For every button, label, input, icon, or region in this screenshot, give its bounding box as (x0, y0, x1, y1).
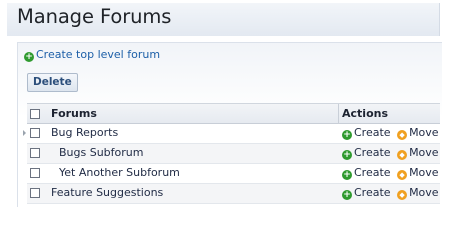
plus-circle-icon: + (342, 170, 352, 180)
move-action-link[interactable]: ◆ Move (397, 126, 439, 140)
forum-name-link[interactable]: Feature Suggestions (51, 186, 163, 199)
row-checkbox[interactable] (30, 168, 40, 178)
table-row: Bugs Subforum + Create ◆ Move (27, 144, 440, 164)
table-row: Feature Suggestions + Create ◆ Move (27, 184, 440, 204)
move-action-label: Move (409, 166, 439, 179)
table-row: Bug Reports + Create ◆ Move (23, 124, 440, 144)
row-actions: + Create ◆ Move (342, 186, 439, 200)
row-actions: + Create ◆ Move (342, 126, 439, 140)
create-top-level-forum-link[interactable]: + Create top level forum (24, 48, 160, 62)
forum-name-link[interactable]: Yet Another Subforum (59, 166, 180, 179)
delete-button[interactable]: Delete (27, 73, 78, 92)
move-circle-icon: ◆ (397, 190, 408, 200)
table-header-row: Forums Actions (27, 103, 440, 124)
plus-circle-icon: + (342, 130, 352, 140)
create-action-label: Create (354, 186, 391, 199)
plus-circle-icon: + (342, 190, 352, 200)
create-action-link[interactable]: + Create (342, 126, 391, 140)
expand-arrow-icon[interactable] (23, 130, 26, 136)
move-action-label: Move (409, 186, 439, 199)
forum-name-link[interactable]: Bug Reports (51, 126, 118, 139)
create-action-link[interactable]: + Create (342, 186, 391, 200)
plus-circle-icon: + (24, 52, 34, 62)
table-row: Yet Another Subforum + Create ◆ Move (27, 164, 440, 184)
move-action-link[interactable]: ◆ Move (397, 146, 439, 160)
manage-forums-page: Manage Forums + Create top level forum De… (0, 0, 450, 214)
move-action-label: Move (409, 146, 439, 159)
forum-name-link[interactable]: Bugs Subforum (59, 146, 143, 159)
forums-table: Forums Actions Bug Reports + Create ◆ Move… (23, 103, 440, 204)
plus-circle-icon: + (342, 150, 352, 160)
create-action-label: Create (354, 166, 391, 179)
row-checkbox[interactable] (30, 188, 40, 198)
create-action-link[interactable]: + Create (342, 166, 391, 180)
title-bar: Manage Forums (7, 3, 440, 36)
row-checkbox[interactable] (30, 128, 40, 138)
create-action-label: Create (354, 126, 391, 139)
row-actions: + Create ◆ Move (342, 146, 439, 160)
select-all-checkbox[interactable] (30, 109, 40, 119)
actions-column-header: Actions (342, 107, 388, 120)
create-top-level-forum-label: Create top level forum (36, 48, 161, 61)
move-action-label: Move (409, 126, 439, 139)
column-divider (338, 104, 339, 124)
page-title: Manage Forums (17, 5, 172, 28)
move-action-link[interactable]: ◆ Move (397, 166, 439, 180)
create-action-label: Create (354, 146, 391, 159)
row-actions: + Create ◆ Move (342, 166, 439, 180)
move-circle-icon: ◆ (397, 150, 408, 160)
row-checkbox[interactable] (30, 148, 40, 158)
move-circle-icon: ◆ (397, 130, 408, 140)
move-circle-icon: ◆ (397, 170, 408, 180)
create-action-link[interactable]: + Create (342, 146, 391, 160)
move-action-link[interactable]: ◆ Move (397, 186, 439, 200)
forums-column-header: Forums (51, 107, 97, 120)
